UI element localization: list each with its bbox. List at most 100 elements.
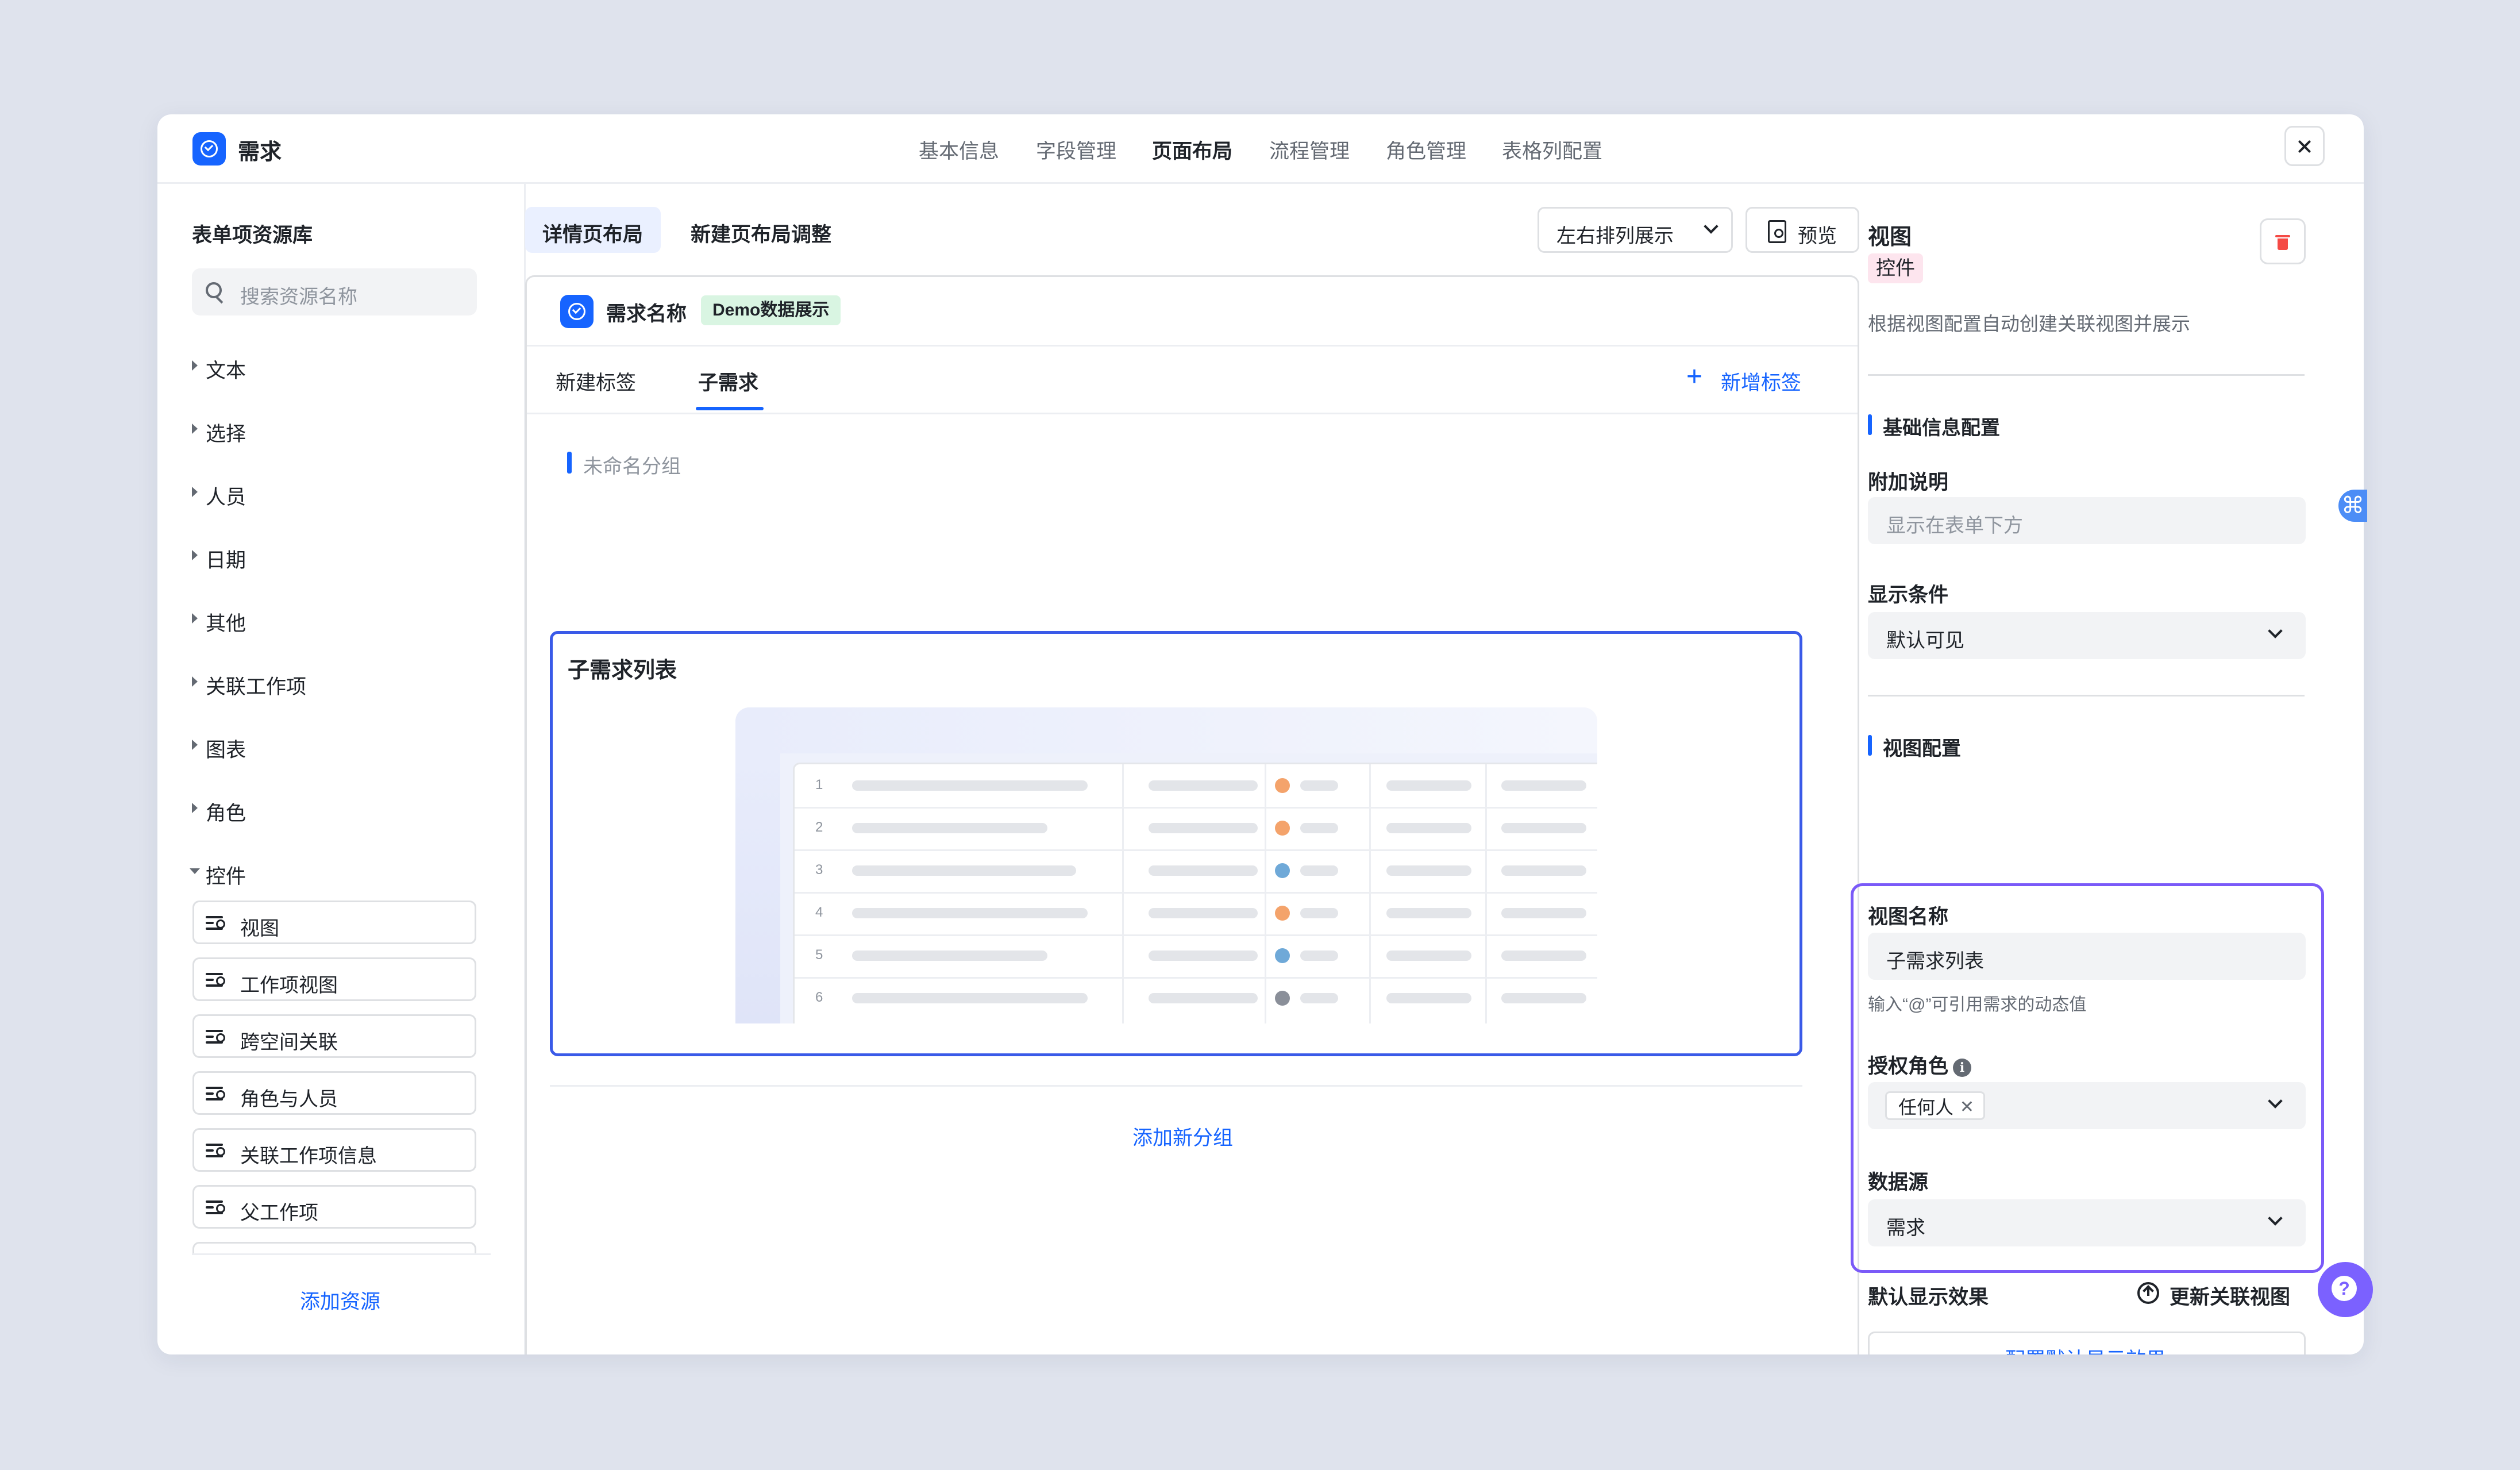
resource-item-related-info[interactable]: 关联工作项信息 — [192, 1128, 476, 1172]
caret-right-icon — [192, 424, 198, 434]
chevron-down-icon — [2268, 624, 2283, 638]
display-condition-select[interactable]: 默认可见 — [1868, 612, 2306, 659]
demo-badge: Demo数据展示 — [701, 295, 841, 325]
nav-page-layout[interactable]: 页面布局 — [1152, 135, 1232, 164]
property-description: 根据视图配置自动创建关联视图并展示 — [1868, 313, 2190, 334]
mini-table-row: 6 — [795, 977, 1597, 1019]
preview-button[interactable]: 预览 — [1745, 207, 1859, 253]
caret-right-icon — [192, 360, 198, 371]
record-header: 需求名称 Demo数据展示 — [527, 277, 1858, 347]
view-widget-card[interactable]: 子需求列表 1 2 3 4 5 6 — [550, 631, 1802, 1056]
control-icon — [206, 972, 225, 988]
mini-table-row: 1 — [795, 764, 1597, 809]
role-tag: 任何人 ✕ — [1885, 1091, 1986, 1122]
category-select[interactable]: 选择 — [192, 418, 246, 447]
add-resource-link[interactable]: 添加资源 — [300, 1286, 380, 1315]
caret-right-icon — [192, 740, 198, 750]
tab-new-label[interactable]: 新建标签 — [556, 367, 636, 396]
role-select[interactable]: 任何人 ✕ — [1868, 1082, 2306, 1129]
data-source-select[interactable]: 需求 — [1868, 1199, 2306, 1246]
nav-field-management[interactable]: 字段管理 — [1036, 135, 1116, 164]
category-role[interactable]: 角色 — [192, 797, 246, 826]
default-display-label: 默认显示效果 — [1868, 1286, 1989, 1309]
help-icon: ? — [2332, 1276, 2357, 1301]
view-name-input[interactable]: 子需求列表 — [1868, 933, 2306, 980]
caret-right-icon — [192, 487, 198, 497]
category-controls[interactable]: 控件 — [190, 860, 246, 890]
section-basic-info: 基础信息配置 — [1868, 412, 2000, 440]
view-card-title: 子需求列表 — [568, 659, 677, 683]
table-preview-illustration: 1 2 3 4 5 6 — [735, 707, 1597, 1023]
divider — [1868, 374, 2305, 376]
mini-table: 1 2 3 4 5 6 — [793, 763, 1597, 1023]
extra-note-input[interactable]: 显示在表单下方 — [1868, 497, 2306, 544]
add-group-button[interactable]: 添加新分组 — [1132, 1122, 1233, 1151]
app-check-icon — [192, 132, 226, 166]
chevron-down-icon — [2268, 1211, 2283, 1226]
tab-new-layout[interactable]: 新建页布局调整 — [691, 218, 831, 248]
resource-item-workitem-view[interactable]: 工作项视图 — [192, 957, 476, 1001]
category-text[interactable]: 文本 — [192, 355, 246, 384]
delete-button[interactable] — [2260, 218, 2306, 264]
resource-item-cross-space[interactable]: 跨空间关联 — [192, 1014, 476, 1058]
layout-canvas: 需求名称 Demo数据展示 新建标签 子需求 + 新增标签 未命名分组 子需求列… — [525, 275, 1859, 1354]
section-view-config: 视图配置 — [1868, 733, 1961, 761]
resource-item-partial — [192, 1242, 476, 1253]
control-icon — [206, 915, 225, 931]
active-tab-indicator — [696, 407, 764, 410]
category-date[interactable]: 日期 — [192, 544, 246, 574]
caret-right-icon — [192, 550, 198, 560]
close-button[interactable] — [2284, 126, 2325, 166]
control-icon — [206, 1142, 225, 1159]
avatar — [1275, 863, 1290, 878]
tab-detail-layout[interactable]: 详情页布局 — [525, 207, 661, 253]
view-name-label: 视图名称 — [1868, 906, 1949, 928]
control-icon — [206, 1029, 225, 1045]
resource-item-role-person[interactable]: 角色与人员 — [192, 1071, 476, 1115]
category-other[interactable]: 其他 — [192, 607, 246, 637]
category-person[interactable]: 人员 — [192, 481, 246, 510]
resource-library-title: 表单项资源库 — [192, 224, 313, 247]
chevron-down-icon — [2268, 1094, 2283, 1109]
refresh-related-view-button[interactable]: 更新关联视图 — [2137, 1280, 2310, 1309]
control-icon — [206, 1199, 225, 1215]
info-icon: i — [1953, 1058, 1972, 1077]
resource-search-input[interactable]: 搜索资源名称 — [192, 268, 477, 315]
modal-header: 需求 基本信息 字段管理 页面布局 流程管理 角色管理 表格列配置 — [157, 114, 2364, 184]
caret-down-icon — [190, 868, 200, 874]
add-tab-button[interactable]: 新增标签 — [1721, 367, 1801, 396]
record-check-icon — [560, 295, 594, 328]
mini-table-row: 5 — [795, 934, 1597, 979]
caret-right-icon — [192, 613, 198, 624]
caret-right-icon — [192, 803, 198, 813]
nav-basic-info[interactable]: 基本信息 — [919, 135, 999, 164]
category-related-items[interactable]: 关联工作项 — [192, 671, 306, 700]
nav-table-columns[interactable]: 表格列配置 — [1502, 135, 1602, 164]
search-icon — [206, 282, 222, 298]
app-title: 需求 — [238, 140, 282, 164]
role-label: 授权角色 i — [1868, 1050, 1972, 1079]
category-chart[interactable]: 图表 — [192, 734, 246, 763]
resource-item-view[interactable]: 视图 — [192, 901, 476, 944]
group-marker — [567, 452, 572, 474]
properties-panel: 视图 控件 根据视图配置自动创建关联视图并展示 基础信息配置 附加说明 显示在表… — [1851, 182, 2364, 1354]
resource-item-parent[interactable]: 父工作项 — [192, 1185, 476, 1229]
configure-default-display-button[interactable]: 配置默认显示效果 — [1868, 1332, 2306, 1354]
extra-note-label: 附加说明 — [1868, 471, 1949, 494]
tab-sub-requirements[interactable]: 子需求 — [698, 367, 758, 396]
type-badge: 控件 — [1868, 253, 1923, 283]
tag-close-icon[interactable]: ✕ — [1960, 1093, 1974, 1122]
group-name[interactable]: 未命名分组 — [583, 451, 681, 479]
layout-select[interactable]: 左右排列展示 — [1538, 207, 1733, 253]
command-shortcut-icon[interactable]: ⌘ — [2338, 490, 2367, 522]
help-button[interactable]: ? — [2318, 1262, 2373, 1317]
nav-role-management[interactable]: 角色管理 — [1386, 135, 1466, 164]
trash-icon — [2275, 234, 2290, 250]
chevron-down-icon — [1704, 219, 1718, 234]
nav-flow-management[interactable]: 流程管理 — [1269, 135, 1350, 164]
caret-right-icon — [192, 676, 198, 687]
modal-dialog: 需求 基本信息 字段管理 页面布局 流程管理 角色管理 表格列配置 表单项资源库… — [157, 114, 2364, 1354]
avatar — [1275, 906, 1290, 921]
data-source-label: 数据源 — [1868, 1171, 1929, 1194]
property-title: 视图 — [1868, 225, 1912, 249]
